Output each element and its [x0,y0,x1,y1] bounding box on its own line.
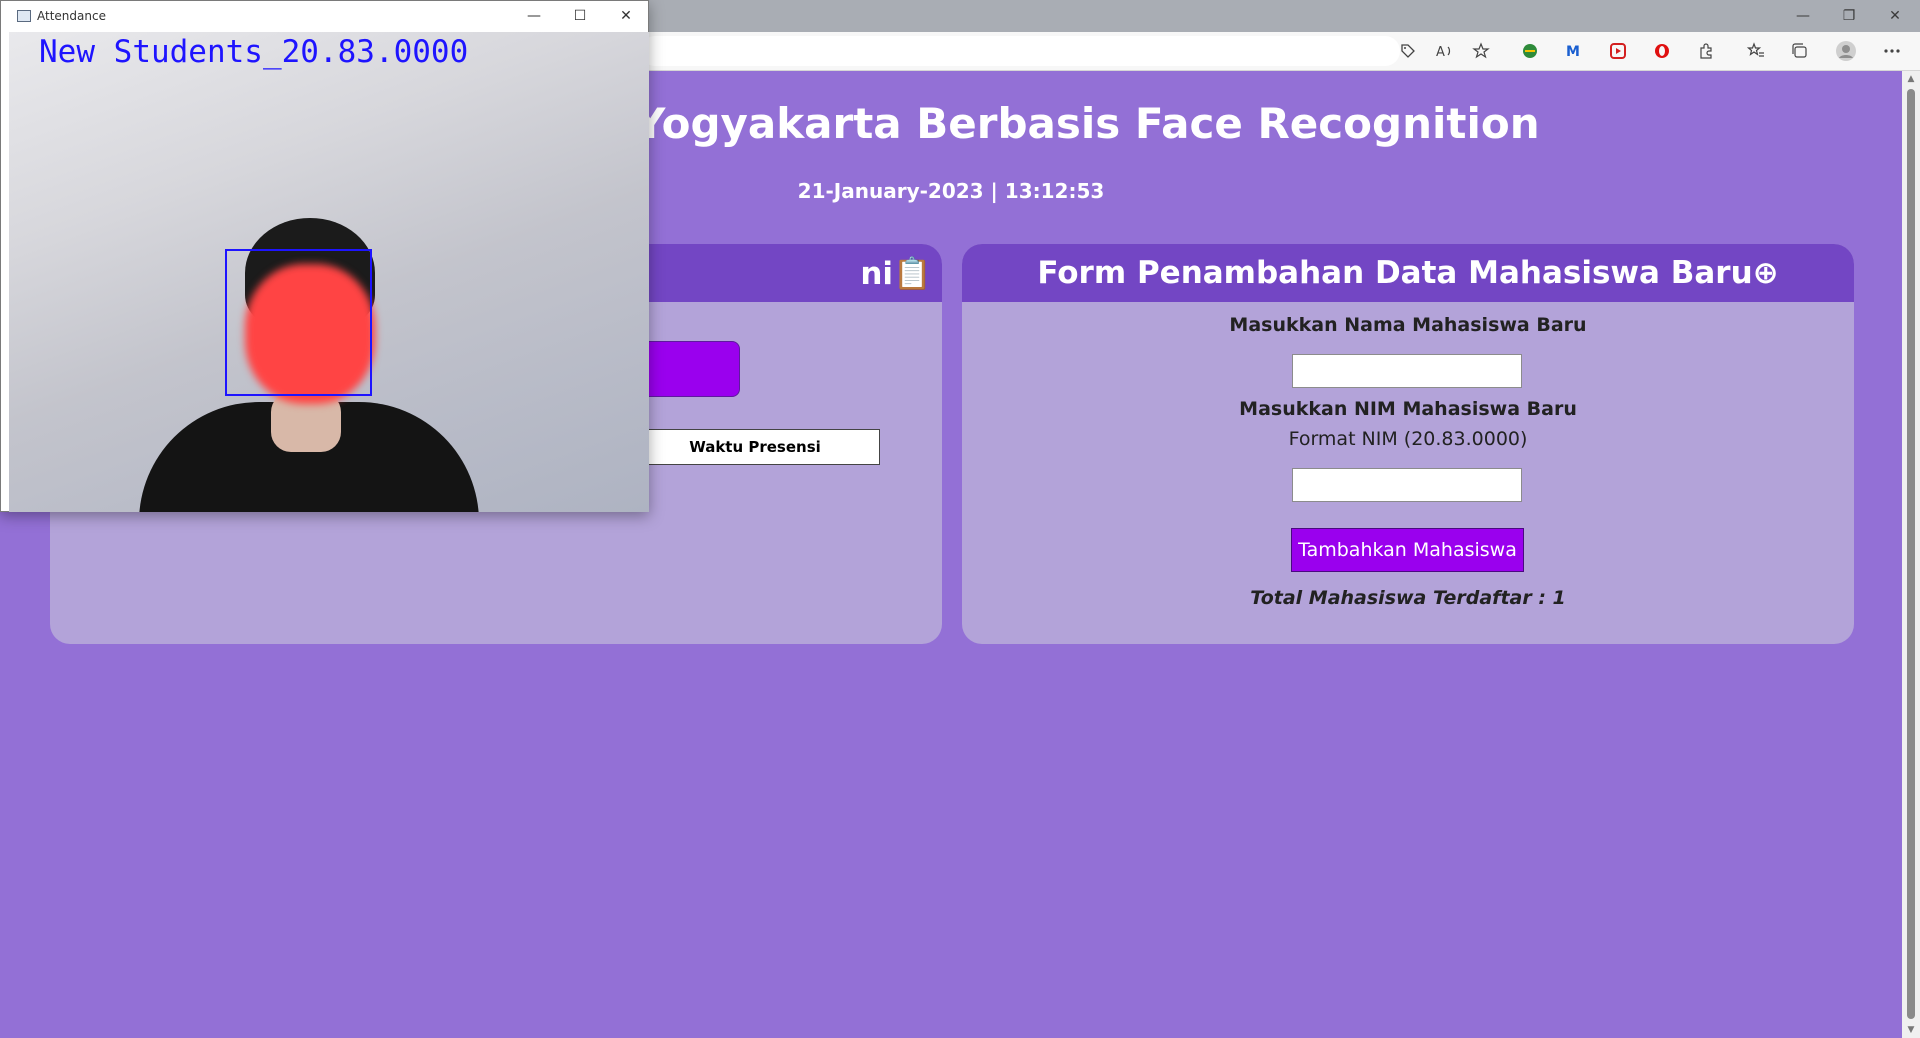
nim-format-hint: Format NIM (20.83.0000) [1288,428,1528,450]
camera-close-button[interactable]: ✕ [611,5,641,27]
tag-icon[interactable] [1397,40,1419,62]
collections-icon[interactable] [1789,40,1811,62]
address-bar[interactable] [640,36,1400,66]
more-icon[interactable] [1881,40,1903,62]
extensions-icon[interactable] [1695,40,1717,62]
favorite-add-icon[interactable] [1470,40,1492,62]
detected-student-label: New Students_20.83.0000 [39,34,469,70]
attendance-card-title: ni📋 [860,255,932,292]
new-student-form-header: Form Penambahan Data Mahasiswa Baru⊕ [962,244,1854,302]
scroll-down-arrow-icon[interactable]: ▼ [1902,1022,1920,1038]
camera-feed: New Students_20.83.0000 [9,32,649,512]
camera-maximize-button[interactable]: ☐ [565,5,595,27]
student-nim-label: Masukkan NIM Mahasiswa Baru [1239,398,1577,420]
student-name-label: Masukkan Nama Mahasiswa Baru [1229,314,1587,336]
student-nim-input[interactable] [1292,468,1522,502]
browser-minimize-button[interactable]: — [1781,0,1825,32]
extension-opera-icon[interactable] [1651,40,1673,62]
student-name-input[interactable] [1292,354,1522,388]
scroll-up-arrow-icon[interactable]: ▲ [1902,71,1920,87]
browser-close-button[interactable]: ✕ [1873,0,1917,32]
profile-icon[interactable] [1835,40,1857,62]
svg-text:M: M [1566,44,1580,60]
camera-window-title: Attendance [37,9,106,23]
scrollbar-thumb[interactable] [1907,89,1915,1019]
browser-restore-button[interactable]: ❐ [1827,0,1871,32]
attendance-time-column-header: Waktu Presensi [630,429,880,465]
extension-red-play-icon[interactable] [1607,40,1629,62]
total-registered-students: Total Mahasiswa Terdaftar : 1 [1250,587,1566,609]
add-student-button[interactable]: Tambahkan Mahasiswa [1291,528,1524,572]
camera-minimize-button[interactable]: — [519,5,549,27]
extension-m-icon[interactable]: M [1563,40,1585,62]
svg-text:A: A [1436,45,1445,59]
window-app-icon [17,10,31,22]
favorites-icon[interactable] [1745,40,1767,62]
camera-window-titlebar[interactable]: Attendance — ☐ ✕ [1,1,648,32]
extension-globe-icon[interactable] [1519,40,1541,62]
read-aloud-icon[interactable]: A [1434,40,1456,62]
attendance-camera-window: Attendance — ☐ ✕ New Students_20.83.0000 [0,0,649,512]
face-detection-box [225,249,372,396]
page-scrollbar[interactable]: ▲ ▼ [1902,71,1920,1038]
new-student-form-card: Form Penambahan Data Mahasiswa Baru⊕ Mas… [962,244,1854,644]
